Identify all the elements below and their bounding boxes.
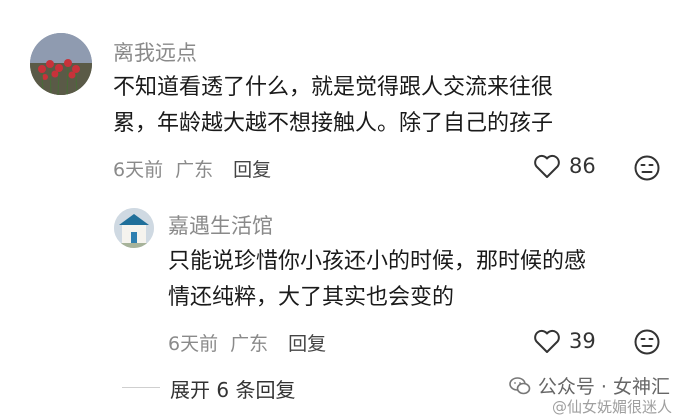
reply-like-button[interactable]: 39 (533, 328, 596, 354)
reply-text-line-1: 只能说珍惜你小孩还小的时候，那时候的感 (168, 249, 587, 274)
wechat-icon (509, 376, 531, 394)
comment-meta: 6天前 广东 回复 (113, 155, 271, 182)
watermark-text: 公众号 · 女神汇 (537, 376, 670, 398)
reply-meta: 6天前 广东 回复 (168, 329, 326, 356)
reply-text-line-2: 情还纯粹，大了其实也会变的 (168, 285, 455, 310)
comment-time: 6天前 (113, 159, 164, 181)
heart-icon (534, 154, 560, 178)
neutral-face-icon (634, 155, 660, 181)
watermark-handle: @仙女妩媚很迷人 (551, 398, 672, 416)
watermark: 公众号 · 女神汇 (508, 372, 670, 399)
avatar[interactable] (30, 33, 92, 95)
reply-text[interactable]: 只能说珍惜你小孩还小的时候，那时候的感 情还纯粹，大了其实也会变的 (168, 244, 586, 316)
heart-icon (534, 329, 560, 353)
house-avatar-image (114, 208, 154, 248)
comment-username[interactable]: 离我远点 (113, 37, 197, 67)
like-count: 86 (569, 154, 596, 178)
reply-time: 6天前 (168, 333, 219, 355)
comment-text[interactable]: 不知道看透了什么，就是觉得跟人交流来往很 累，年龄越大越不想接触人。除了自己的孩… (113, 70, 553, 142)
dislike-button[interactable] (634, 329, 660, 359)
reply-reply-button[interactable]: 回复 (288, 333, 326, 355)
comment-text-line-1: 不知道看透了什么，就是觉得跟人交流来往很 (113, 75, 554, 100)
like-count: 39 (569, 329, 596, 353)
avatar[interactable] (114, 208, 154, 248)
flowers-avatar-image (30, 33, 92, 95)
comment-location: 广东 (175, 159, 214, 181)
comment-reply-button[interactable]: 回复 (233, 159, 271, 181)
neutral-face-icon (634, 329, 660, 355)
comment-like-button[interactable]: 86 (533, 153, 596, 179)
reply-username[interactable]: 嘉遇生活馆 (168, 210, 273, 240)
expand-replies-button[interactable]: 展开 6 条回复 (170, 374, 295, 403)
dislike-button[interactable] (634, 155, 660, 185)
expand-divider (122, 387, 160, 388)
reply-location: 广东 (230, 333, 269, 355)
comment-text-line-2: 累，年龄越大越不想接触人。除了自己的孩子 (113, 111, 554, 136)
